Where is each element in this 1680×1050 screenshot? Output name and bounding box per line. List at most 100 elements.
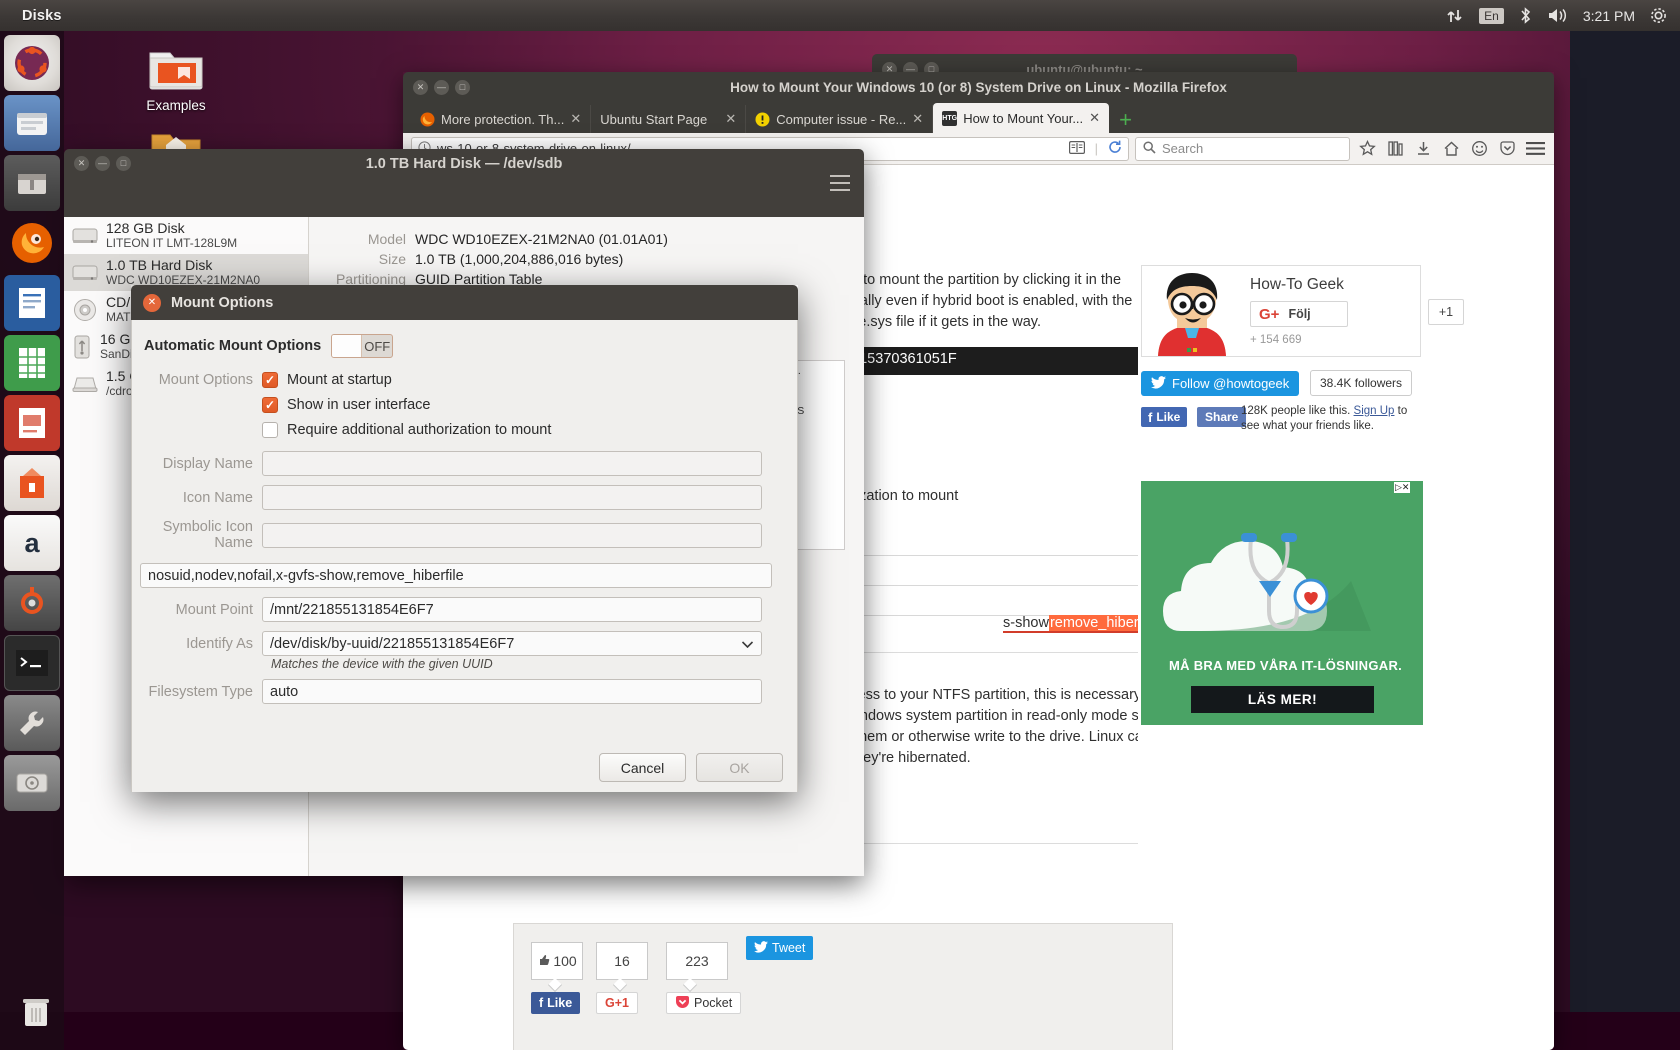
dialog-body: Automatic Mount Options OFF Mount Option… <box>131 320 798 792</box>
launcher-trash[interactable] <box>8 984 64 1040</box>
bookmark-star-icon[interactable] <box>1356 138 1378 160</box>
tab-close-icon[interactable]: ✕ <box>1089 110 1100 126</box>
disk-list-item[interactable]: 128 GB Disk LITEON IT LMT-128L9M <box>64 217 308 254</box>
mount-point-input[interactable]: /mnt/221855131854E6F7 <box>262 597 762 622</box>
launcher-nautilus-files[interactable] <box>4 95 60 151</box>
firefox-window-title: How to Mount Your Windows 10 (or 8) Syst… <box>730 79 1227 95</box>
tab-computer-issue[interactable]: Computer issue - Re... ✕ <box>746 105 934 133</box>
mount-option-row-require-auth: Require additional authorization to moun… <box>132 422 797 438</box>
icon-name-input[interactable] <box>262 485 762 510</box>
disk-name: 1.0 TB Hard Disk <box>106 258 213 274</box>
pocket-label: Pocket <box>694 996 733 1010</box>
identify-as-row: Identify As /dev/disk/by-uuid/2218551318… <box>132 631 797 656</box>
fb-signup-link[interactable]: Sign Up <box>1354 405 1395 417</box>
new-tab-button[interactable]: + <box>1109 109 1142 133</box>
smiley-icon[interactable] <box>1468 138 1490 160</box>
symbolic-icon-name-input[interactable] <box>262 522 762 548</box>
ok-button[interactable]: OK <box>696 753 783 782</box>
filesystem-type-input[interactable]: auto <box>262 679 762 704</box>
gear-icon[interactable] <box>1650 7 1667 24</box>
facebook-like-button[interactable]: f Like <box>1141 407 1188 427</box>
volume-icon[interactable] <box>1547 7 1568 24</box>
disks-titlebar[interactable]: ✕ — □ 1.0 TB Hard Disk — /dev/sdb <box>64 149 864 217</box>
launcher-terminal[interactable] <box>4 635 60 691</box>
launcher-archive-manager[interactable] <box>4 155 60 211</box>
search-input[interactable]: Search <box>1135 136 1350 161</box>
launcher-libreoffice-impress[interactable] <box>4 395 60 451</box>
facebook-icon: f <box>1148 409 1153 425</box>
advertisement-banner[interactable]: MÅ BRA MED VÅRA IT-LÖSNINGAR. LÄS MER! ▷… <box>1141 481 1423 725</box>
identify-as-combobox[interactable]: /dev/disk/by-uuid/221855131854E6F7 <box>262 631 762 656</box>
firefox-icon <box>12 223 52 263</box>
pocket-icon[interactable] <box>1496 138 1518 160</box>
keyboard-layout-indicator[interactable]: En <box>1479 7 1504 24</box>
launcher-system-settings[interactable] <box>4 575 60 631</box>
social-share-bar: 100 f Like 16 G+1 223 Pocket Tweet <box>513 923 1173 1050</box>
disks-window-title: 1.0 TB Hard Disk — /dev/sdb <box>365 156 563 172</box>
library-icon[interactable] <box>1384 138 1406 160</box>
tab-more-protection[interactable]: More protection. Th... ✕ <box>411 105 592 133</box>
mount-options-input[interactable]: nosuid,nodev,nofail,x-gvfs-show,remove_h… <box>140 563 772 588</box>
tab-close-icon[interactable]: ✕ <box>912 111 923 127</box>
checkbox-require-authorization[interactable]: Require additional authorization to moun… <box>262 422 551 438</box>
plus-one-button[interactable]: +1 <box>1428 299 1464 325</box>
chevron-down-icon[interactable] <box>741 636 761 652</box>
home-icon[interactable] <box>1440 138 1462 160</box>
reader-mode-icon[interactable] <box>1068 140 1085 157</box>
adchoices-icon[interactable]: ▷✕ <box>1394 482 1411 493</box>
reload-icon[interactable] <box>1108 140 1122 157</box>
desktop-icon-examples[interactable]: Examples <box>116 45 236 113</box>
dialog-titlebar[interactable]: ✕ Mount Options <box>131 285 798 320</box>
twitter-follower-count[interactable]: 38.4K followers <box>1310 370 1413 396</box>
launcher-disks[interactable] <box>4 755 60 811</box>
menu-icon[interactable] <box>1524 138 1546 160</box>
launcher-libreoffice-writer[interactable] <box>4 275 60 331</box>
close-icon[interactable]: ✕ <box>143 293 161 312</box>
launcher-libreoffice-calc[interactable] <box>4 335 60 391</box>
twitter-follow-button[interactable]: Follow @howtogeek <box>1141 371 1300 396</box>
clock[interactable]: 3:21 PM <box>1583 8 1635 24</box>
display-name-input[interactable] <box>262 451 762 476</box>
maximize-icon[interactable]: □ <box>455 79 470 95</box>
checkbox-icon[interactable] <box>262 372 278 388</box>
network-updown-icon[interactable] <box>1446 8 1464 24</box>
launcher-tweak-tool[interactable] <box>4 695 60 751</box>
ad-cta-button[interactable]: LÄS MER! <box>1191 686 1374 713</box>
icon-name-label: Icon Name <box>182 489 253 506</box>
warning-icon <box>755 112 770 127</box>
checkbox-show-in-user-interface[interactable]: Show in user interface <box>262 397 430 413</box>
close-icon[interactable]: ✕ <box>413 79 428 95</box>
minimize-icon[interactable]: — <box>434 79 449 95</box>
detail-value: WDC WD10EZEX-21M2NA0 (01.01A01) <box>415 231 668 247</box>
gplus-share-button[interactable]: G+1 <box>596 992 638 1014</box>
launcher-amazon[interactable]: a <box>4 515 60 571</box>
tab-close-icon[interactable]: ✕ <box>725 111 736 127</box>
checkbox-icon[interactable] <box>262 422 278 438</box>
pocket-share-button[interactable]: Pocket <box>666 992 742 1014</box>
tab-ubuntu-start-page[interactable]: Ubuntu Start Page ✕ <box>591 105 747 133</box>
launcher-ubuntu-dash[interactable] <box>4 35 60 91</box>
checkbox-mount-at-startup[interactable]: Mount at startup <box>262 372 392 388</box>
facebook-like-button-bottom[interactable]: f Like <box>531 992 581 1014</box>
hamburger-icon[interactable] <box>830 175 850 191</box>
article-paragraph-3: rfile.sys file if it gets in the way. <box>843 314 1041 330</box>
gplus-share-count: 16 <box>596 942 648 980</box>
tweet-button[interactable]: Tweet <box>746 936 814 960</box>
bluetooth-icon[interactable] <box>1519 7 1532 24</box>
cancel-button[interactable]: Cancel <box>599 753 686 782</box>
tab-how-to-mount[interactable]: HTG How to Mount Your... ✕ <box>933 103 1110 133</box>
downloads-icon[interactable] <box>1412 138 1434 160</box>
mount-option-row-show-ui: Show in user interface <box>132 397 797 413</box>
firefox-titlebar[interactable]: ✕ — □ How to Mount Your Windows 10 (or 8… <box>403 72 1554 102</box>
automatic-mount-toggle[interactable]: OFF <box>331 334 394 358</box>
detail-key: Model <box>367 231 406 247</box>
facebook-share-button[interactable]: Share <box>1197 407 1247 427</box>
automatic-mount-options-row: Automatic Mount Options OFF <box>132 334 797 358</box>
panel-app-title[interactable]: Disks <box>22 8 62 24</box>
checkbox-icon[interactable] <box>262 397 278 413</box>
facebook-share-count: 100 <box>531 942 583 980</box>
launcher-ubuntu-software[interactable] <box>4 455 60 511</box>
tab-close-icon[interactable]: ✕ <box>570 111 581 127</box>
launcher-firefox[interactable] <box>4 215 60 271</box>
gplus-follow-button[interactable]: G+ Följ <box>1250 301 1348 327</box>
